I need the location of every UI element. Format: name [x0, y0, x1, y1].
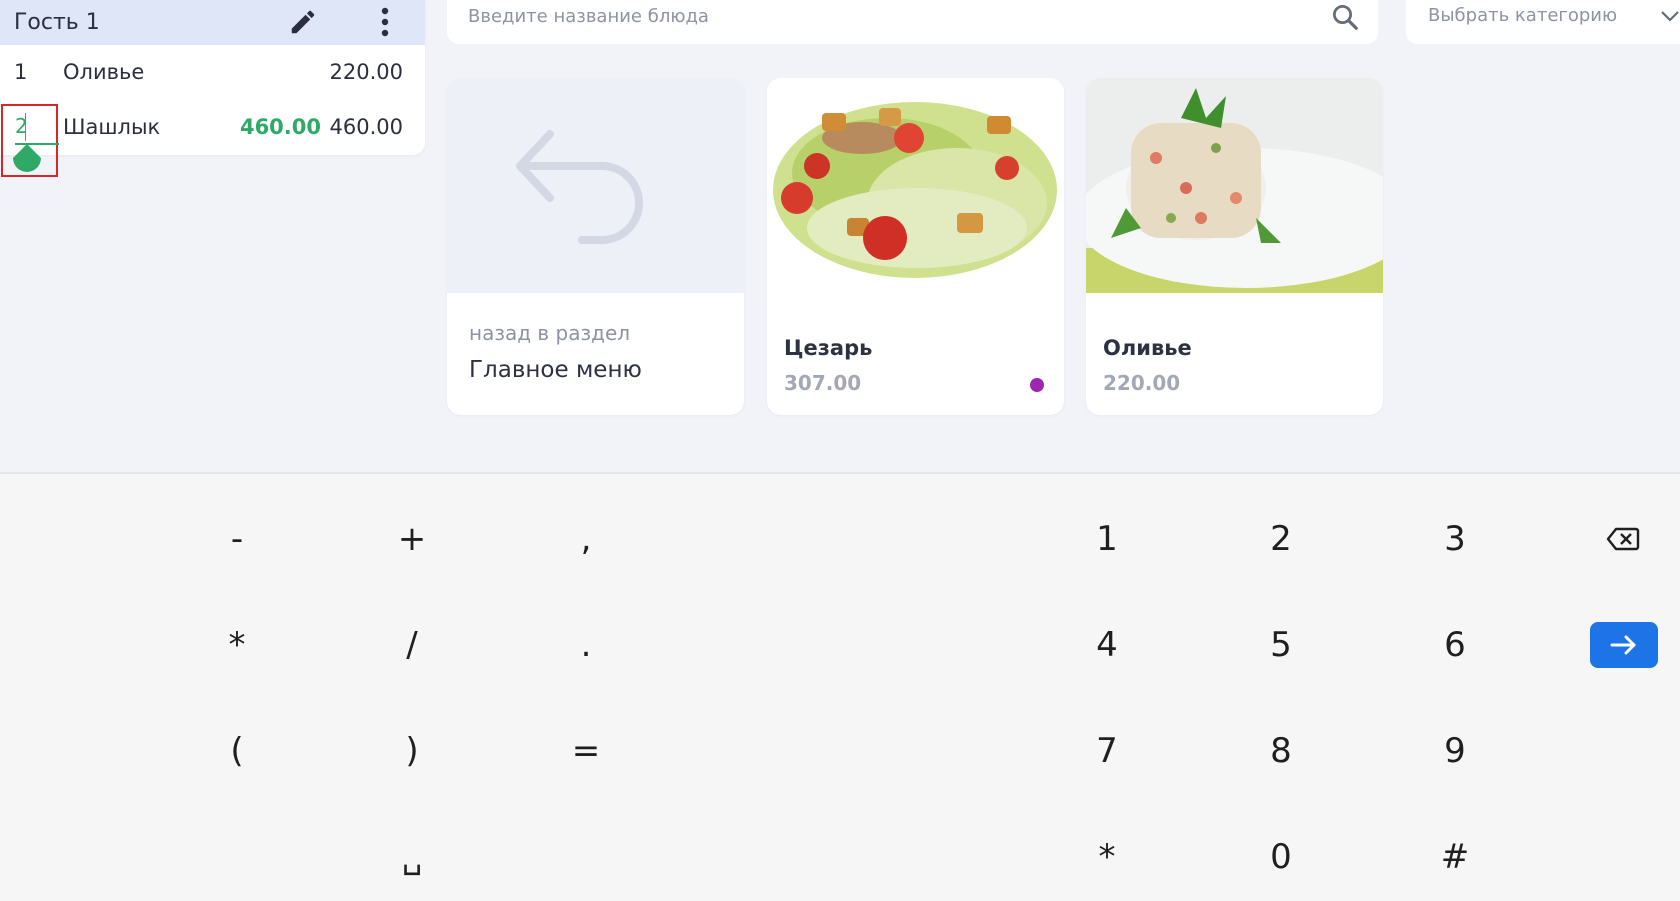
arrow-right-icon [1610, 635, 1636, 655]
key-0[interactable]: 0 [1221, 814, 1341, 900]
key-comma[interactable]: , [526, 496, 646, 582]
order-panel: Гость 1 1 Оливье 220.00 Шашлык 460.00 46… [0, 0, 425, 155]
key-9[interactable]: 9 [1395, 708, 1515, 794]
chevron-down-icon [1661, 11, 1679, 22]
pencil-icon [291, 10, 315, 34]
key-5[interactable]: 5 [1221, 602, 1341, 688]
order-row[interactable]: Шашлык 460.00 460.00 [0, 102, 425, 152]
key-close-paren[interactable]: ) [352, 708, 472, 794]
back-card-title: Главное меню [469, 357, 642, 383]
search-input[interactable] [468, 0, 1308, 32]
key-2[interactable]: 2 [1221, 496, 1341, 582]
key-space[interactable]: ␣ [352, 814, 472, 900]
backspace-key[interactable] [1563, 496, 1680, 582]
order-row[interactable]: 1 Оливье 220.00 [0, 47, 425, 97]
key-1[interactable]: 1 [1047, 496, 1167, 582]
key-asterisk[interactable]: * [177, 602, 297, 688]
order-item-new-price: 460.00 [239, 115, 321, 139]
text-cursor [25, 113, 26, 141]
on-screen-keyboard: - + , * / . ( ) = ␣ 1 2 3 4 5 6 7 8 9 * … [0, 472, 1680, 901]
edit-guest-button[interactable] [286, 5, 320, 39]
search-icon[interactable] [1330, 2, 1360, 32]
key-minus[interactable]: - [177, 496, 297, 582]
key-3[interactable]: 3 [1395, 496, 1515, 582]
key-slash[interactable]: / [352, 602, 472, 688]
olivier-salad-image [1086, 78, 1383, 293]
key-star[interactable]: * [1047, 814, 1167, 900]
product-name: Оливье [1103, 336, 1192, 360]
order-item-name: Оливье [63, 60, 145, 84]
order-item-qty: 1 [14, 60, 28, 84]
back-card-image [447, 78, 744, 293]
order-item-sum: 460.00 [329, 115, 403, 139]
category-select[interactable]: Выбрать категорию [1406, 0, 1680, 44]
back-card-subtitle: назад в раздел [469, 321, 631, 345]
key-7[interactable]: 7 [1047, 708, 1167, 794]
product-price: 307.00 [784, 371, 862, 395]
enter-key[interactable] [1590, 622, 1658, 668]
key-8[interactable]: 8 [1221, 708, 1341, 794]
key-hash[interactable]: # [1395, 814, 1515, 900]
order-item-name: Шашлык [63, 115, 161, 139]
back-to-section-card[interactable]: назад в раздел Главное меню [447, 78, 744, 415]
key-plus[interactable]: + [352, 496, 472, 582]
text-cursor-handle-icon[interactable] [12, 144, 42, 174]
product-price: 220.00 [1103, 371, 1181, 395]
return-arrow-icon [516, 130, 643, 244]
key-open-paren[interactable]: ( [177, 708, 297, 794]
guest-header: Гость 1 [0, 0, 425, 45]
quantity-input[interactable]: 2 [1, 104, 59, 177]
order-item-sum: 220.00 [329, 60, 403, 84]
caesar-salad-image [767, 78, 1064, 293]
category-select-label: Выбрать категорию [1428, 5, 1618, 26]
product-card[interactable]: Цезарь 307.00 [767, 78, 1064, 415]
status-dot [1030, 378, 1044, 392]
key-4[interactable]: 4 [1047, 602, 1167, 688]
more-options-button[interactable] [370, 3, 400, 41]
key-equals[interactable]: = [526, 708, 646, 794]
backspace-icon [1606, 527, 1640, 551]
product-name: Цезарь [784, 336, 873, 360]
more-vertical-icon [381, 7, 389, 37]
key-period[interactable]: . [526, 602, 646, 688]
guest-title: Гость 1 [14, 10, 100, 35]
key-6[interactable]: 6 [1395, 602, 1515, 688]
search-box [447, 0, 1378, 44]
product-card[interactable]: Оливье 220.00 [1086, 78, 1383, 415]
